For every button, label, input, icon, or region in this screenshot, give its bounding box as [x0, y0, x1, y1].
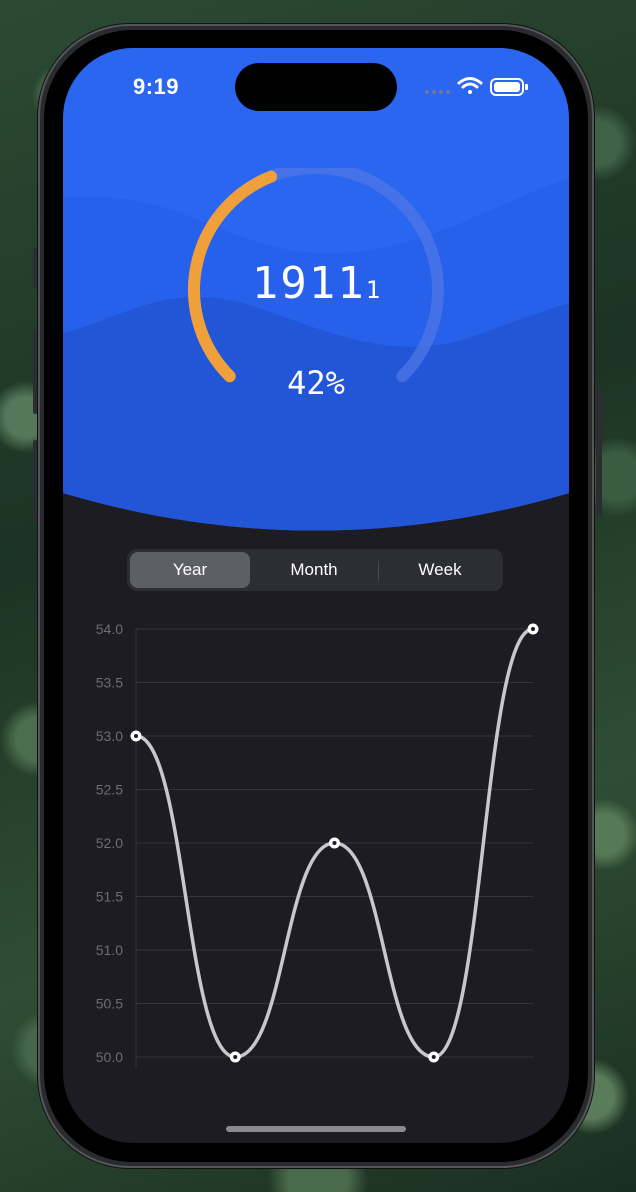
y-tick-label: 52.0 — [96, 835, 123, 851]
status-bar: 9:19 — [63, 48, 569, 128]
status-icons — [425, 77, 528, 96]
y-tick-label: 53.5 — [96, 675, 123, 691]
segment-month[interactable]: Month — [254, 552, 374, 588]
data-point-center — [332, 841, 337, 845]
power-button — [596, 386, 602, 516]
y-tick-label: 53.0 — [96, 728, 123, 744]
line-chart: 54.0 53.5 53.0 52.5 52.0 51.5 51.0 50.5 50.0 — [96, 621, 539, 1069]
period-segmented-control: Year Month Week — [127, 549, 503, 591]
data-point-center — [431, 1055, 436, 1059]
y-tick-label: 51.0 — [96, 942, 123, 958]
y-tick-label: 50.0 — [96, 1049, 123, 1065]
y-tick-label: 52.5 — [96, 782, 123, 798]
gauge-number: 1911 — [251, 258, 366, 309]
battery-icon — [490, 78, 528, 96]
cellular-signal-icon — [425, 90, 450, 94]
status-time: 9:19 — [133, 74, 180, 99]
home-indicator[interactable] — [226, 1126, 406, 1132]
gauge-percent: 42% — [287, 364, 345, 402]
y-tick-label: 50.5 — [96, 996, 123, 1012]
y-tick-label: 51.5 — [96, 889, 123, 905]
gauge-unit: 1 — [365, 276, 381, 304]
y-tick-label: 54.0 — [96, 621, 123, 637]
gauge-value: 19111 — [63, 258, 569, 309]
segment-week[interactable]: Week — [380, 552, 500, 588]
segment-divider — [378, 561, 379, 581]
data-point-center — [134, 734, 138, 738]
app-screen: 9:19 19111 42% Year Month Week 54.0 53.5… — [63, 48, 569, 1143]
dynamic-island — [235, 63, 397, 111]
data-point-center — [233, 1055, 238, 1059]
data-point-center — [531, 627, 535, 631]
wifi-icon — [457, 77, 483, 94]
segment-year[interactable]: Year — [130, 552, 250, 588]
